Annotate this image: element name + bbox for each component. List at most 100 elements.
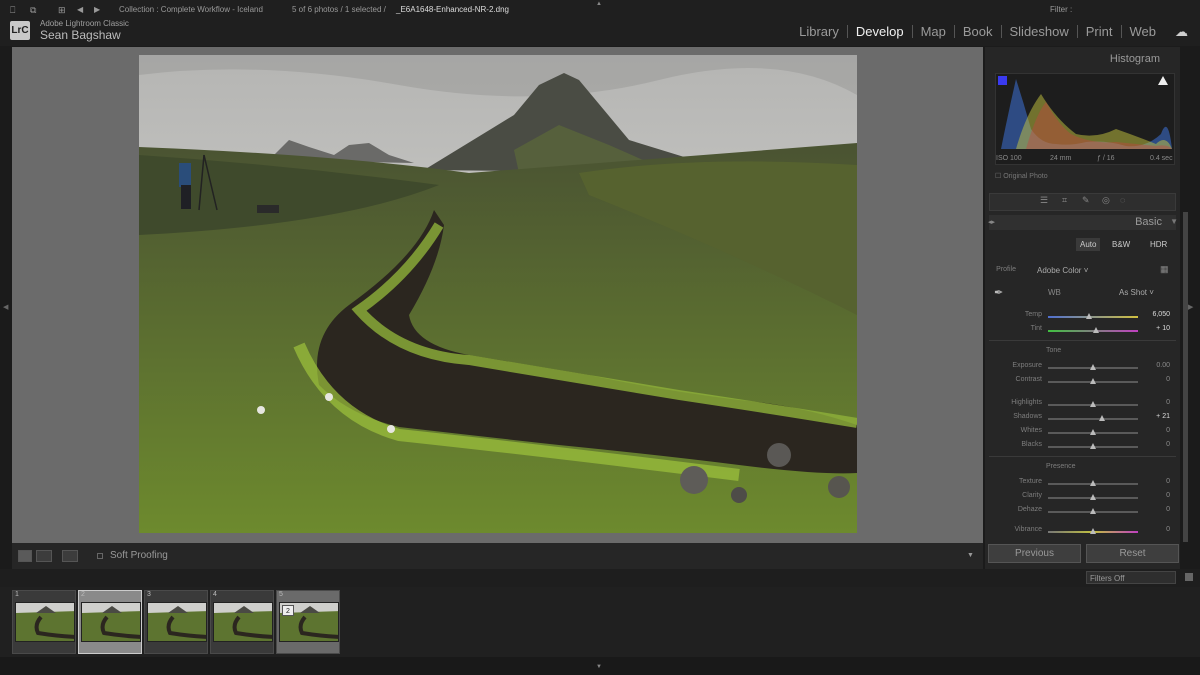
whites-slider-handle[interactable] (1090, 429, 1096, 435)
dehaze-value[interactable]: 0 (1140, 506, 1170, 513)
exposure-slider-handle[interactable] (1090, 364, 1096, 370)
contrast-slider-handle[interactable] (1090, 378, 1096, 384)
divider (989, 456, 1176, 457)
auto-button[interactable]: Auto (1076, 238, 1101, 251)
tint-value[interactable]: + 10 (1140, 325, 1170, 332)
vibrance-label: Vibrance (1014, 526, 1042, 533)
histogram-header[interactable]: Histogram (1110, 53, 1160, 65)
texture-slider-handle[interactable] (1090, 480, 1096, 486)
healing-brush-icon[interactable]: ✎ (1082, 195, 1090, 206)
soft-proofing-label: Soft Proofing (110, 550, 168, 561)
crop-icon[interactable]: ⌗ (1062, 195, 1067, 206)
hdr-button[interactable]: HDR (1146, 238, 1171, 251)
thumbnail-number: 3 (147, 591, 151, 598)
exposure-value[interactable]: 0.00 (1140, 362, 1170, 369)
vibrance-slider-handle[interactable] (1090, 528, 1096, 534)
main-photo[interactable] (139, 55, 857, 533)
filmstrip-thumbnail[interactable]: 4 (210, 590, 274, 654)
basic-collapse-icon[interactable]: ▼ (1170, 217, 1178, 226)
presence-label: Presence (1046, 463, 1076, 470)
before-after-view-icon[interactable] (36, 550, 52, 562)
file-name[interactable]: _E6A1648-Enhanced-NR-2.dng (396, 5, 509, 14)
before-after-split-icon[interactable] (62, 550, 78, 562)
tint-label: Tint (1030, 325, 1042, 332)
texture-value[interactable]: 0 (1140, 478, 1170, 485)
module-book[interactable]: Book (955, 24, 1001, 39)
stack-count-badge[interactable]: 2 (282, 605, 294, 616)
temp-label: Temp (1024, 311, 1042, 318)
original-photo-checkbox[interactable]: ☐ Original Photo (995, 172, 1048, 180)
module-web[interactable]: Web (1122, 24, 1165, 39)
second-window-icon[interactable]: ⧉ (30, 5, 36, 16)
masking-icon[interactable]: ◌ (1120, 195, 1125, 205)
histogram (995, 73, 1175, 165)
right-panel-scrollbar[interactable] (1183, 212, 1188, 542)
filmstrip-thumbnail[interactable]: 1 (12, 590, 76, 654)
loupe-view-icon[interactable] (18, 550, 32, 562)
shadows-slider-handle[interactable] (1099, 415, 1105, 421)
whites-value[interactable]: 0 (1140, 427, 1170, 434)
blacks-value[interactable]: 0 (1140, 441, 1170, 448)
module-map[interactable]: Map (913, 24, 954, 39)
contrast-value[interactable]: 0 (1140, 376, 1170, 383)
filmstrip-thumbnail[interactable]: 2 (78, 590, 142, 654)
histogram-aperture: ƒ / 16 (1097, 155, 1115, 162)
main-window-icon[interactable]: ⎕ (10, 5, 15, 16)
shadows-label: Shadows (1013, 413, 1042, 420)
collapse-top-arrow-icon[interactable]: ▲ (596, 1, 602, 7)
filmstrip-thumbnail[interactable]: 52 (276, 590, 340, 654)
highlights-value[interactable]: 0 (1140, 399, 1170, 406)
red-eye-icon[interactable]: ◎ (1102, 195, 1110, 206)
dehaze-slider-handle[interactable] (1090, 508, 1096, 514)
bw-button[interactable]: B&W (1108, 238, 1134, 251)
module-print[interactable]: Print (1078, 24, 1121, 39)
reset-button[interactable]: Reset (1086, 544, 1179, 563)
panel-toggle-icon[interactable]: ◂▸ (988, 218, 995, 226)
filmstrip-thumbnail[interactable]: 3 (144, 590, 208, 654)
divider (989, 340, 1176, 341)
collapse-right-arrow-icon[interactable]: ▶ (1188, 303, 1193, 311)
profile-browser-icon[interactable]: ▦ (1160, 264, 1169, 275)
cloud-sync-icon[interactable]: ☁ (1175, 24, 1188, 40)
profile-value: Adobe Color (1037, 266, 1082, 275)
clarity-slider-handle[interactable] (1090, 494, 1096, 500)
temp-value[interactable]: 6,050 (1140, 311, 1170, 318)
clarity-value[interactable]: 0 (1140, 492, 1170, 499)
collection-path[interactable]: Collection : Complete Workflow - Iceland (119, 5, 263, 14)
thumbnail-svg (214, 603, 272, 641)
tint-slider-handle[interactable] (1092, 327, 1099, 333)
shadows-value[interactable]: + 21 (1140, 413, 1170, 420)
tone-label: Tone (1046, 347, 1062, 354)
thumbnail-number: 4 (213, 591, 217, 598)
blacks-slider-handle[interactable] (1090, 443, 1096, 449)
temp-slider[interactable] (1048, 316, 1138, 318)
user-name: Sean Bagshaw (40, 28, 121, 42)
vibrance-value[interactable]: 0 (1140, 526, 1170, 533)
soft-proofing-checkbox[interactable] (97, 553, 103, 559)
module-develop[interactable]: Develop (848, 24, 912, 39)
filter-value: Filters Off (1090, 574, 1125, 583)
collapse-bottom-arrow-icon[interactable]: ▼ (596, 664, 602, 670)
profile-dropdown[interactable]: Adobe Color ˅ (1037, 266, 1088, 275)
filter-lock-icon[interactable] (1185, 573, 1193, 581)
wb-eyedropper-icon[interactable]: ✒ (994, 286, 1003, 299)
wb-value: As Shot (1119, 288, 1148, 297)
grid-view-icon[interactable]: ⊞ (58, 5, 66, 16)
temp-slider-handle[interactable] (1085, 313, 1092, 319)
basic-title: Basic (1135, 216, 1162, 228)
highlights-slider-handle[interactable] (1090, 401, 1096, 407)
toolbar-options-arrow-icon[interactable]: ▼ (967, 552, 974, 559)
forward-arrow-icon[interactable]: ▶ (94, 5, 100, 14)
original-photo-label: Original Photo (1003, 173, 1048, 180)
module-library[interactable]: Library (791, 24, 847, 39)
expand-left-arrow-icon[interactable]: ◀ (3, 303, 8, 311)
back-arrow-icon[interactable]: ◀ (77, 5, 83, 14)
shadows-slider[interactable] (1048, 418, 1138, 420)
filter-dropdown[interactable]: Filters Off (1086, 571, 1176, 584)
previous-button[interactable]: Previous (988, 544, 1081, 563)
module-slideshow[interactable]: Slideshow (1002, 24, 1077, 39)
wb-dropdown[interactable]: As Shot ˅ (1119, 288, 1154, 297)
thumbnail-image (15, 602, 75, 642)
edit-sliders-icon[interactable]: ☰ (1040, 195, 1048, 206)
thumbnail-image (147, 602, 207, 642)
